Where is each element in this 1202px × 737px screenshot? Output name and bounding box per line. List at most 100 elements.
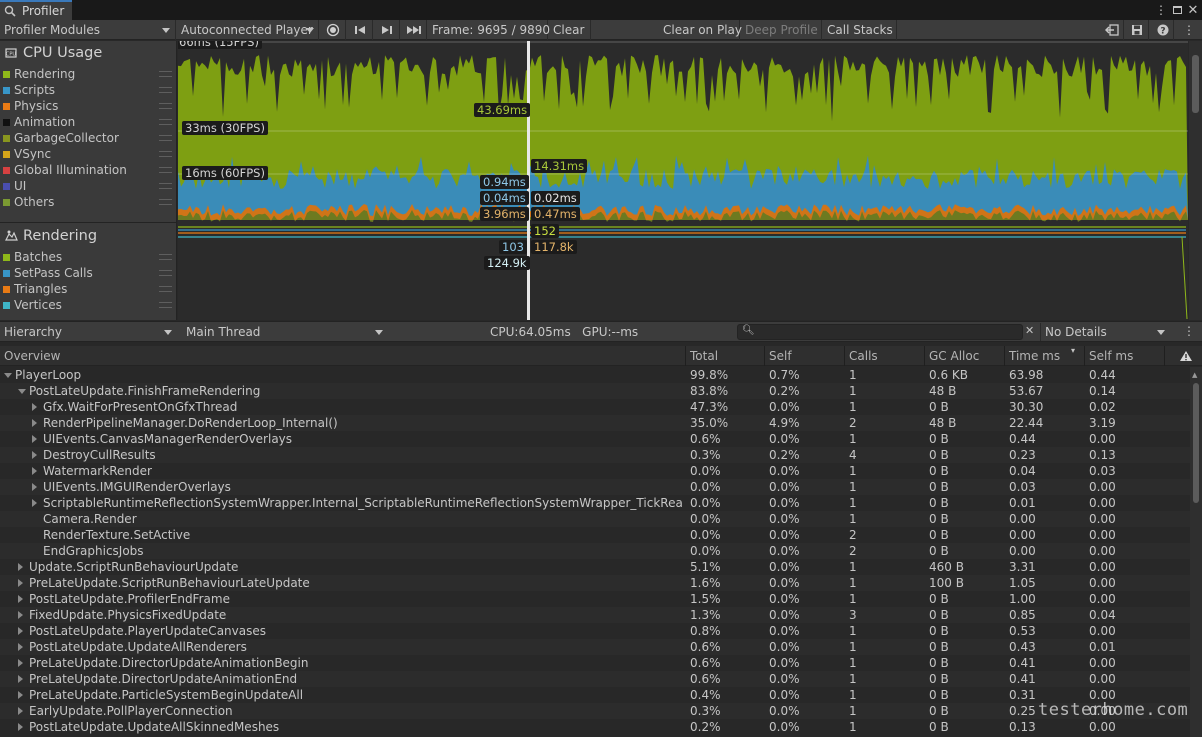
clear-search-icon[interactable]: ✕	[1025, 324, 1034, 337]
scroll-up-icon[interactable]: ▲	[1192, 371, 1197, 379]
drag-handle-icon[interactable]	[159, 183, 172, 189]
tab-profiler[interactable]: Profiler	[0, 0, 72, 20]
table-row[interactable]: EndGraphicsJobs 0.0% 0.0% 2 0 B 0.00 0.00	[0, 543, 1190, 559]
collapsed-arrow-icon[interactable]	[18, 675, 23, 683]
table-row[interactable]: ScriptableRuntimeReflectionSystemWrapper…	[0, 495, 1190, 511]
kebab-icon[interactable]: ⋮	[1183, 324, 1195, 338]
legend-item[interactable]: Animation	[0, 114, 177, 130]
collapsed-arrow-icon[interactable]	[32, 467, 37, 475]
drag-handle-icon[interactable]	[159, 302, 172, 308]
table-row[interactable]: PreLateUpdate.ScriptRunBehaviourLateUpda…	[0, 575, 1190, 591]
next-frame-button[interactable]	[374, 20, 400, 40]
profiler-modules-dropdown[interactable]: Profiler Modules	[0, 20, 176, 40]
drag-handle-icon[interactable]	[159, 254, 172, 260]
table-row[interactable]: Gfx.WaitForPresentOnGfxThread 47.3% 0.0% 1 0…	[0, 399, 1190, 415]
collapsed-arrow-icon[interactable]	[18, 579, 23, 587]
table-row[interactable]: RenderPipelineManager.DoRenderLoop_Inter…	[0, 415, 1190, 431]
table-row[interactable]: PostLateUpdate.ProfilerEndFrame 1.5% 0.0% 1…	[0, 591, 1190, 607]
target-player-dropdown[interactable]: Autoconnected Player	[177, 20, 319, 40]
legend-item[interactable]: Physics	[0, 98, 177, 114]
drag-handle-icon[interactable]	[159, 286, 172, 292]
table-row[interactable]: PreLateUpdate.DirectorUpdateAnimationEnd…	[0, 671, 1190, 687]
drag-handle-icon[interactable]	[159, 103, 172, 109]
close-icon[interactable]: ✕	[1184, 0, 1202, 20]
collapsed-arrow-icon[interactable]	[32, 435, 37, 443]
table-row[interactable]: WatermarkRender 0.0% 0.0% 1 0 B 0.04 0.03	[0, 463, 1190, 479]
table-row[interactable]: UIEvents.CanvasManagerRenderOverlays 0.6%…	[0, 431, 1190, 447]
collapsed-arrow-icon[interactable]	[32, 499, 37, 507]
column-overview[interactable]: Overview	[0, 346, 685, 366]
scrollbar-thumb[interactable]	[1193, 383, 1199, 503]
profiler-charts[interactable]: 66ms (15FPS) 33ms (30FPS) 16ms (60FPS) 4…	[178, 41, 1188, 320]
collapsed-arrow-icon[interactable]	[32, 483, 37, 491]
legend-item[interactable]: GarbageCollector	[0, 130, 177, 146]
table-row[interactable]: Camera.Render 0.0% 0.0% 1 0 B 0.00 0.00	[0, 511, 1190, 527]
legend-item[interactable]: VSync	[0, 146, 177, 162]
thread-dropdown[interactable]: Main Thread	[182, 323, 388, 341]
table-row[interactable]: RenderTexture.SetActive 0.0% 0.0% 2 0 B 0.00 0…	[0, 527, 1190, 543]
collapsed-arrow-icon[interactable]	[32, 403, 37, 411]
legend-item[interactable]: Triangles	[0, 281, 177, 297]
collapsed-arrow-icon[interactable]	[18, 707, 23, 715]
collapsed-arrow-icon[interactable]	[18, 627, 23, 635]
details-dropdown[interactable]: No Details	[1040, 323, 1170, 341]
collapsed-arrow-icon[interactable]	[18, 659, 23, 667]
clear-button[interactable]: Clear	[549, 20, 591, 40]
column-gc-alloc[interactable]: GC Alloc	[924, 346, 1004, 366]
column-self-ms[interactable]: Self ms	[1084, 346, 1164, 366]
save-profile-button[interactable]	[1125, 20, 1149, 40]
search-input[interactable]: 🔍︎	[737, 324, 1023, 340]
drag-handle-icon[interactable]	[159, 151, 172, 157]
clear-on-play-button[interactable]: Clear on Play	[659, 20, 742, 40]
table-row[interactable]: PostLateUpdate.FinishFrameRendering 83.8%…	[0, 383, 1190, 399]
charts-scrollbar[interactable]	[1189, 41, 1202, 320]
drag-handle-icon[interactable]	[159, 135, 172, 141]
column-calls[interactable]: Calls	[844, 346, 924, 366]
table-row[interactable]: UIEvents.IMGUIRenderOverlays 0.0% 0.0% 1 0 B…	[0, 479, 1190, 495]
drag-handle-icon[interactable]	[159, 199, 172, 205]
collapsed-arrow-icon[interactable]	[32, 451, 37, 459]
table-row[interactable]: PostLateUpdate.UpdateAllRenderers 0.6% 0.0…	[0, 639, 1190, 655]
drag-handle-icon[interactable]	[159, 87, 172, 93]
table-row[interactable]: FixedUpdate.PhysicsFixedUpdate 1.3% 0.0% 3 0…	[0, 607, 1190, 623]
cpu-usage-chart[interactable]	[178, 41, 1188, 223]
rendering-chart[interactable]	[178, 223, 1188, 320]
table-row[interactable]: PostLateUpdate.UpdateAllSkinnedMeshes 0.2…	[0, 719, 1190, 735]
table-row[interactable]: EarlyUpdate.PollPlayerConnection 0.3% 0.0%…	[0, 703, 1190, 719]
table-row[interactable]: PreLateUpdate.ParticleSystemBeginUpdateA…	[0, 687, 1190, 703]
legend-item[interactable]: UI	[0, 178, 177, 194]
deep-profile-button[interactable]: Deep Profile	[741, 20, 822, 40]
record-button[interactable]	[320, 20, 346, 40]
collapsed-arrow-icon[interactable]	[32, 419, 37, 427]
warning-column[interactable]	[1164, 346, 1202, 366]
legend-item[interactable]: SetPass Calls	[0, 265, 177, 281]
current-frame-button[interactable]	[401, 20, 427, 40]
cpu-usage-module-header[interactable]: CPU CPU Usage	[0, 42, 177, 64]
collapsed-arrow-icon[interactable]	[18, 723, 23, 731]
drag-handle-icon[interactable]	[159, 167, 172, 173]
column-total[interactable]: Total	[685, 346, 764, 366]
legend-item[interactable]: Global Illumination	[0, 162, 177, 178]
table-row[interactable]: DestroyCullResults 0.3% 0.2% 4 0 B 0.23 0.13	[0, 447, 1190, 463]
column-self[interactable]: Self	[764, 346, 844, 366]
table-row[interactable]: PreLateUpdate.DirectorUpdateAnimationBeg…	[0, 655, 1190, 671]
drag-handle-icon[interactable]	[159, 119, 172, 125]
collapsed-arrow-icon[interactable]	[18, 611, 23, 619]
table-row[interactable]: PostLateUpdate.PlayerUpdateCanvases 0.8% 0…	[0, 623, 1190, 639]
previous-frame-button[interactable]	[347, 20, 373, 40]
help-button[interactable]: ?	[1152, 20, 1174, 40]
view-mode-dropdown[interactable]: Hierarchy	[0, 323, 177, 341]
table-row[interactable]: Update.ScriptRunBehaviourUpdate 5.1% 0.0% 1…	[0, 559, 1190, 575]
legend-item[interactable]: Others	[0, 194, 177, 210]
legend-item[interactable]: Batches	[0, 249, 177, 265]
drag-handle-icon[interactable]	[159, 71, 172, 77]
legend-item[interactable]: Scripts	[0, 82, 177, 98]
expanded-arrow-icon[interactable]	[4, 373, 12, 378]
collapsed-arrow-icon[interactable]	[18, 595, 23, 603]
rendering-module-header[interactable]: Rendering	[0, 225, 177, 247]
collapsed-arrow-icon[interactable]	[18, 563, 23, 571]
legend-item[interactable]: Rendering	[0, 66, 177, 82]
call-stacks-button[interactable]: Call Stacks	[823, 20, 897, 40]
drag-handle-icon[interactable]	[159, 270, 172, 276]
legend-item[interactable]: Vertices	[0, 297, 177, 313]
